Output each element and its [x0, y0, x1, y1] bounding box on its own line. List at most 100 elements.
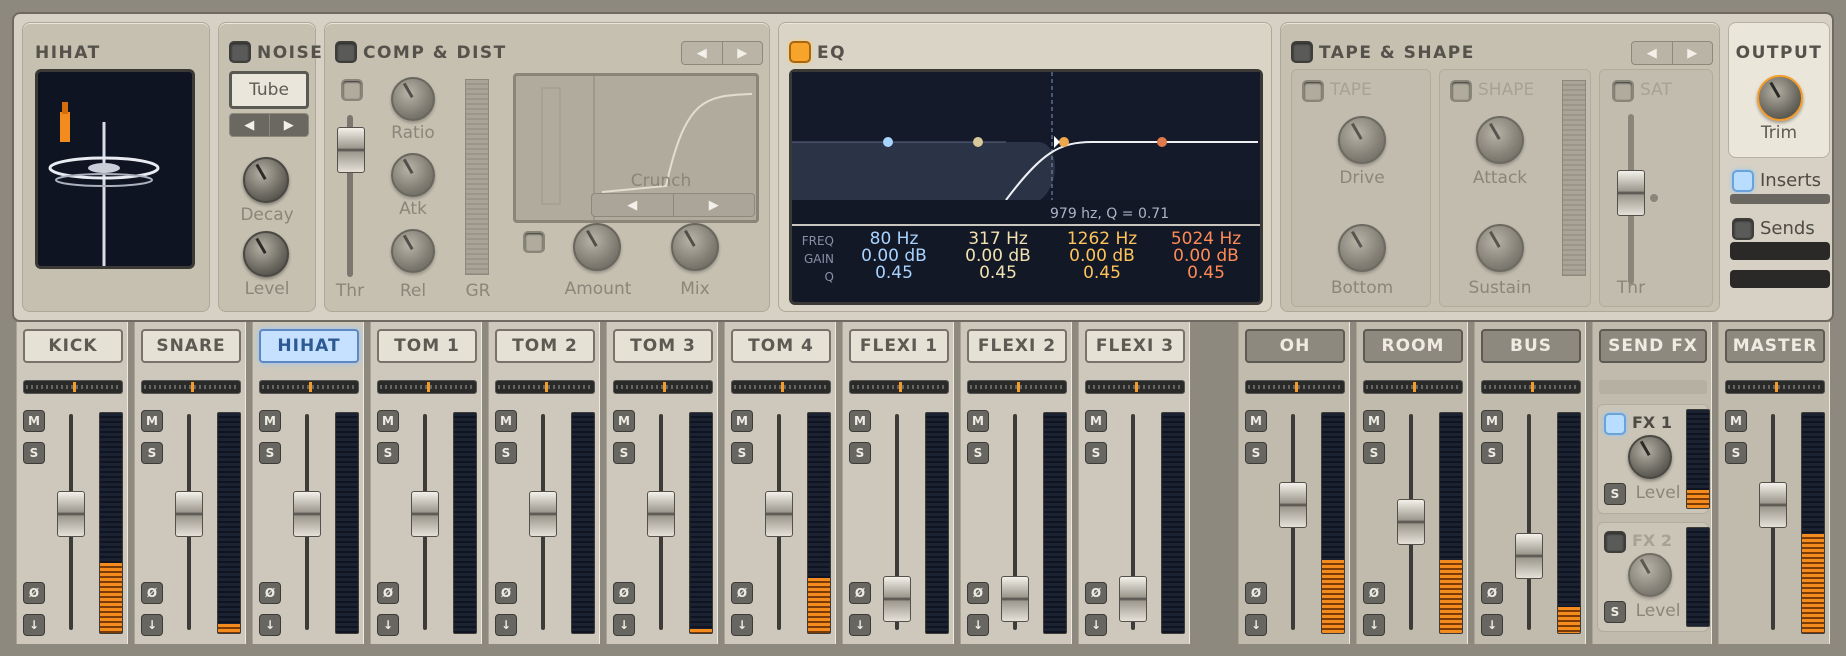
dist-toggle[interactable]	[523, 231, 545, 253]
solo-button[interactable]: S	[1725, 442, 1747, 464]
channel-name-button[interactable]: TOM 2	[495, 329, 595, 363]
next-arrow-icon[interactable]: ▶	[723, 42, 763, 64]
pan-control[interactable]	[495, 380, 595, 394]
fader-cap[interactable]	[293, 490, 321, 537]
channel-name-button[interactable]: FLEXI 2	[967, 329, 1067, 363]
mute-button[interactable]: M	[849, 410, 871, 432]
mute-button[interactable]: M	[613, 410, 635, 432]
channel-name-button[interactable]: TOM 4	[731, 329, 831, 363]
next-arrow-icon[interactable]: ▶	[674, 194, 755, 216]
pan-control[interactable]	[259, 380, 359, 394]
fader-cap[interactable]	[1515, 533, 1543, 579]
fx2-toggle[interactable]	[1604, 531, 1626, 553]
mute-button[interactable]: M	[1363, 410, 1385, 432]
solo-button[interactable]: S	[377, 442, 399, 464]
channel-name-button[interactable]: FLEXI 3	[1085, 329, 1185, 363]
fader-cap[interactable]	[529, 490, 557, 537]
comp-preset-step[interactable]: ◀ ▶	[591, 193, 755, 217]
output-routing-button[interactable]: ↓	[377, 614, 399, 636]
eq-band-1-q[interactable]: 0.45	[844, 264, 944, 282]
pan-control[interactable]	[1725, 380, 1825, 394]
fader-cap[interactable]	[883, 575, 911, 622]
output-routing-button[interactable]: ↓	[259, 614, 281, 636]
solo-button[interactable]: S	[1481, 442, 1503, 464]
mute-button[interactable]: M	[731, 410, 753, 432]
phase-button[interactable]: Ø	[141, 582, 163, 604]
output-routing-button[interactable]: ↓	[731, 614, 753, 636]
phase-button[interactable]: Ø	[967, 582, 989, 604]
pan-control[interactable]	[849, 380, 949, 394]
attack-knob[interactable]	[1476, 116, 1524, 164]
pan-control[interactable]	[613, 380, 713, 394]
pan-control[interactable]	[1363, 380, 1463, 394]
tape-preset-arrows[interactable]: ◀ ▶	[1631, 41, 1713, 65]
trim-knob[interactable]	[1757, 75, 1803, 121]
solo-button[interactable]: S	[141, 442, 163, 464]
eq-toggle[interactable]	[789, 41, 811, 63]
noise-type-arrows[interactable]: ◀ ▶	[229, 113, 309, 137]
sends-slot-2[interactable]	[1730, 270, 1830, 288]
fader-cap[interactable]	[1759, 482, 1787, 528]
pan-control[interactable]	[731, 380, 831, 394]
atk-knob[interactable]	[391, 153, 435, 197]
solo-button[interactable]: S	[23, 442, 45, 464]
mute-button[interactable]: M	[377, 410, 399, 432]
eq-band-2-q[interactable]: 0.45	[948, 264, 1048, 282]
mute-button[interactable]: M	[1245, 410, 1267, 432]
phase-button[interactable]: Ø	[495, 582, 517, 604]
output-routing-button[interactable]: ↓	[1085, 614, 1107, 636]
channel-name-button[interactable]: SNARE	[141, 329, 241, 363]
fx2-solo-button[interactable]: S	[1604, 601, 1626, 623]
pan-control[interactable]	[1085, 380, 1185, 394]
mute-button[interactable]: M	[495, 410, 517, 432]
tape-toggle[interactable]	[1302, 80, 1324, 102]
sat-toggle[interactable]	[1612, 80, 1634, 102]
level-knob[interactable]	[243, 231, 289, 277]
solo-button[interactable]: S	[967, 442, 989, 464]
solo-button[interactable]: S	[613, 442, 635, 464]
fader-cap[interactable]	[1119, 575, 1147, 622]
prev-arrow-icon[interactable]: ◀	[682, 42, 723, 64]
output-routing-button[interactable]: ↓	[23, 614, 45, 636]
channel-name-button[interactable]: TOM 1	[377, 329, 477, 363]
tape-shape-toggle[interactable]	[1291, 41, 1313, 63]
send-fx-pan[interactable]	[1599, 380, 1707, 394]
rel-knob[interactable]	[391, 229, 435, 273]
amount-knob[interactable]	[573, 223, 621, 271]
pan-control[interactable]	[967, 380, 1067, 394]
drive-knob[interactable]	[1338, 116, 1386, 164]
fader-cap[interactable]	[765, 490, 793, 537]
comp-preset-arrows[interactable]: ◀ ▶	[681, 41, 763, 65]
channel-name-button[interactable]: BUS	[1481, 329, 1581, 363]
phase-button[interactable]: Ø	[259, 582, 281, 604]
sends-toggle[interactable]	[1732, 218, 1754, 240]
inserts-slot[interactable]	[1730, 194, 1830, 204]
fader-cap[interactable]	[1397, 499, 1425, 545]
fx2-level-knob[interactable]	[1628, 553, 1672, 597]
thr-slider-cap[interactable]	[337, 127, 365, 173]
output-routing-button[interactable]: ↓	[1245, 614, 1267, 636]
mix-knob[interactable]	[671, 223, 719, 271]
mute-button[interactable]: M	[1481, 410, 1503, 432]
channel-name-button[interactable]: KICK	[23, 329, 123, 363]
sends-slot-1[interactable]	[1730, 242, 1830, 260]
prev-arrow-icon[interactable]: ◀	[592, 194, 674, 216]
prev-arrow-icon[interactable]: ◀	[1632, 42, 1673, 64]
fx1-level-knob[interactable]	[1628, 435, 1672, 479]
sustain-knob[interactable]	[1476, 224, 1524, 272]
phase-button[interactable]: Ø	[377, 582, 399, 604]
channel-name-button[interactable]: OH	[1245, 329, 1345, 363]
send-fx-button[interactable]: SEND FX	[1599, 329, 1707, 363]
phase-button[interactable]: Ø	[849, 582, 871, 604]
shape-toggle[interactable]	[1450, 80, 1472, 102]
mute-button[interactable]: M	[1725, 410, 1747, 432]
channel-name-button[interactable]: FLEXI 1	[849, 329, 949, 363]
channel-name-button[interactable]: MASTER	[1725, 329, 1825, 363]
mute-button[interactable]: M	[1085, 410, 1107, 432]
mute-button[interactable]: M	[141, 410, 163, 432]
output-routing-button[interactable]: ↓	[1481, 614, 1503, 636]
prev-arrow-icon[interactable]: ◀	[230, 114, 270, 136]
output-routing-button[interactable]: ↓	[141, 614, 163, 636]
fader-cap[interactable]	[411, 490, 439, 537]
mute-button[interactable]: M	[967, 410, 989, 432]
